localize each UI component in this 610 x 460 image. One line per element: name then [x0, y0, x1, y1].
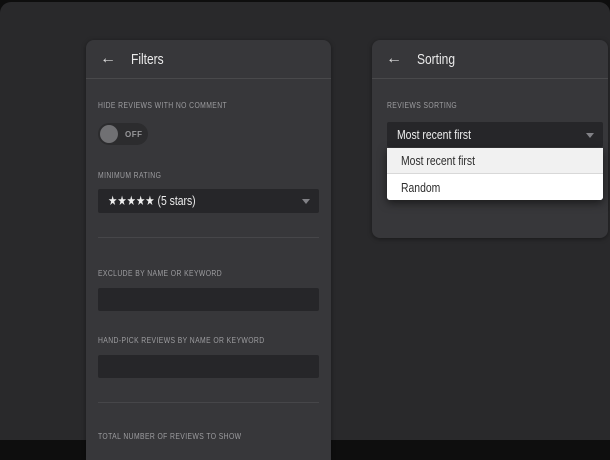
- filters-panel: ← Filters HIDE REVIEWS WITH NO COMMENT O…: [86, 40, 331, 460]
- back-arrow-icon[interactable]: ←: [100, 51, 116, 67]
- divider: [98, 237, 319, 238]
- minimum-rating-select[interactable]: ★★★★★ (5 stars): [98, 189, 319, 213]
- reviews-sorting-value: Most recent first: [397, 127, 471, 142]
- divider: [98, 402, 319, 403]
- minimum-rating-label: MINIMUM RATING: [98, 170, 319, 180]
- chevron-down-icon: [586, 133, 594, 138]
- exclude-keyword-label: EXCLUDE BY NAME OR KEYWORD: [98, 268, 319, 278]
- hide-no-comment-toggle[interactable]: OFF: [98, 123, 148, 145]
- exclude-keyword-input[interactable]: [98, 288, 319, 311]
- hide-no-comment-label: HIDE REVIEWS WITH NO COMMENT: [98, 100, 319, 110]
- minimum-rating-value: ★★★★★ (5 stars): [108, 193, 196, 209]
- toggle-knob: [100, 125, 118, 143]
- filters-panel-header: ← Filters: [86, 40, 331, 79]
- reviews-sorting-dropdown-menu: Most recent first Random: [387, 148, 603, 200]
- sorting-panel: ← Sorting REVIEWS SORTING Most recent fi…: [372, 40, 608, 238]
- sorting-panel-body: REVIEWS SORTING Most recent first: [372, 100, 608, 147]
- handpick-keyword-input[interactable]: [98, 355, 319, 378]
- filters-panel-body: HIDE REVIEWS WITH NO COMMENT OFF MINIMUM…: [86, 100, 331, 441]
- page-title: Sorting: [417, 51, 465, 68]
- page-title: Filters: [131, 51, 172, 68]
- dropdown-option-random[interactable]: Random: [387, 174, 603, 200]
- handpick-keyword-label: HAND-PICK REVIEWS BY NAME OR KEYWORD: [98, 335, 319, 345]
- chevron-down-icon: [302, 199, 310, 204]
- reviews-sorting-label: REVIEWS SORTING: [387, 100, 603, 110]
- back-arrow-icon[interactable]: ←: [386, 51, 402, 67]
- dropdown-option-most-recent-first[interactable]: Most recent first: [387, 148, 603, 174]
- sorting-panel-header: ← Sorting: [372, 40, 608, 79]
- toggle-state-label: OFF: [125, 130, 143, 139]
- reviews-sorting-select[interactable]: Most recent first: [387, 122, 603, 147]
